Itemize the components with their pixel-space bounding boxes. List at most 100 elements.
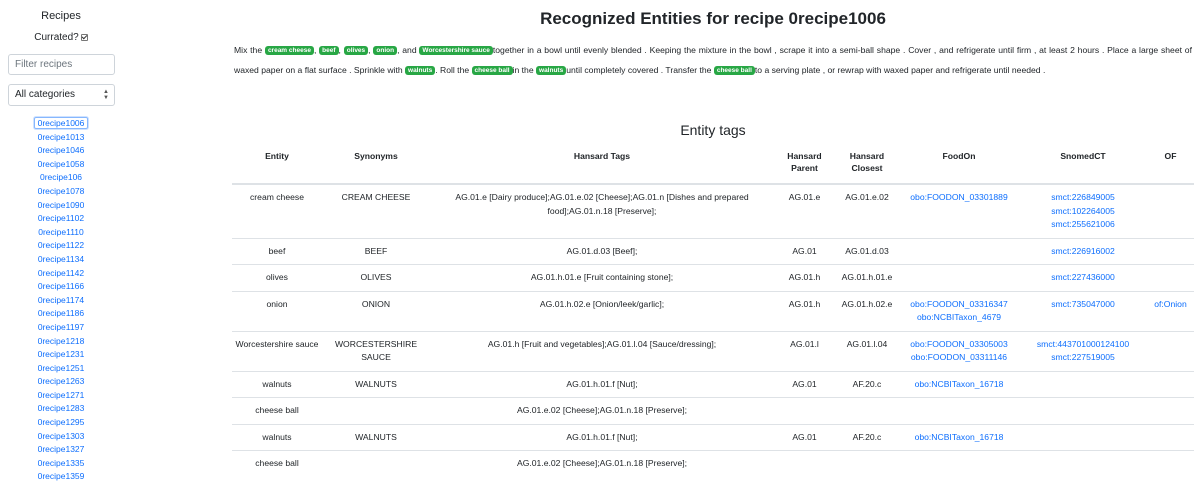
recipe-link[interactable]: 0recipe1102 [36,213,86,223]
recipe-link[interactable]: 0recipe1271 [36,390,87,400]
of-link[interactable]: of:Onion [1150,298,1191,312]
recipe-link[interactable]: 0recipe1110 [36,227,86,237]
hansard-tags-cell: AG.01.h.02.e [Onion/leek/garlic]; [430,290,774,331]
recipe-list-item[interactable]: 0recipe1122 [0,239,122,253]
recipe-list-item[interactable]: 0recipe1174 [0,294,122,308]
foodon-link[interactable]: obo:NCBITaxon_16718 [902,378,1016,392]
recipe-link[interactable]: 0recipe1359 [36,471,87,481]
currated-label: Currated? [34,32,79,43]
recipe-link[interactable]: 0recipe1283 [36,403,87,413]
recipe-link[interactable]: 0recipe1231 [36,349,87,359]
recipe-list-item[interactable]: 0recipe1006 [0,117,122,131]
currated-checkbox[interactable] [80,33,88,41]
foodon-link[interactable]: obo:NCBITaxon_4679 [902,311,1016,325]
of-cell: of:Onion [1147,290,1194,331]
recipe-list-item[interactable]: 0recipe1110 [0,226,122,240]
hansard-closest-cell: AG.01.l.04 [835,330,899,371]
recipe-id: 0recipe1006 [788,9,886,28]
category-select[interactable]: All categories ▲ ▼ [8,84,115,106]
snomed-link[interactable]: smct:255621006 [1022,218,1144,232]
recipe-link[interactable]: 0recipe1046 [36,145,87,155]
recipe-list-item[interactable]: 0recipe1102 [0,212,122,226]
recipe-link[interactable]: 0recipe1122 [36,240,86,250]
recipe-list-item[interactable]: 0recipe1359 [0,470,122,482]
hansard-tags-cell: AG.01.h [Fruit and vegetables];AG.01.l.0… [430,330,774,371]
snomed-link[interactable]: smct:735047000 [1022,298,1144,312]
currated-toggle[interactable]: Currated? [0,32,122,43]
recipe-list: 0recipe1006 0recipe1013 0recipe1046 0recipe… [0,117,122,482]
recipe-link[interactable]: 0recipe1078 [36,186,87,196]
recipe-link[interactable]: 0recipe1166 [36,281,86,291]
foodon-cell: obo:NCBITaxon_16718 [899,423,1019,451]
recipe-list-item[interactable]: 0recipe1283 [0,402,122,416]
recipe-list-item[interactable]: 0recipe1231 [0,348,122,362]
foodon-link[interactable]: obo:FOODON_03301889 [902,191,1016,205]
recipe-link[interactable]: 0recipe1263 [36,376,87,386]
entity-badge[interactable]: walnuts [536,65,567,75]
recipe-list-item[interactable]: 0recipe1303 [0,430,122,444]
foodon-link[interactable]: obo:NCBITaxon_16718 [902,431,1016,445]
recipe-list-item[interactable]: 0recipe1013 [0,131,122,145]
recipe-list-item[interactable]: 0recipe1142 [0,267,122,281]
snomed-link[interactable]: smct:226916002 [1022,245,1144,259]
hansard-parent-cell [774,397,835,424]
recipe-list-item[interactable]: 0recipe1166 [0,280,122,294]
entity-badge[interactable]: cheese ball [471,65,513,75]
snomed-cell [1019,450,1147,477]
recipe-list-item[interactable]: 0recipe1090 [0,199,122,213]
recipe-list-item[interactable]: 0recipe1263 [0,375,122,389]
recipe-link[interactable]: 0recipe1335 [36,458,87,468]
recipe-list-item[interactable]: 0recipe1327 [0,443,122,457]
recipe-link[interactable]: 0recipe1295 [36,417,87,427]
table-header-row: Entity Synonyms Hansard Tags Hansard Parent… [232,143,1194,185]
recipe-link[interactable]: 0recipe1251 [36,363,87,373]
recipe-link[interactable]: 0recipe1006 [33,117,89,129]
recipe-list-item[interactable]: 0recipe1197 [0,321,122,335]
entity-badge[interactable]: cream cheese [264,46,314,55]
entity-badge[interactable]: onion [373,46,398,55]
recipe-link[interactable]: 0recipe1134 [36,254,86,264]
entity-badge[interactable]: cheese ball [713,65,755,75]
recipe-list-item[interactable]: 0recipe1271 [0,389,122,403]
recipe-link[interactable]: 0recipe1142 [36,268,86,278]
recipe-link[interactable]: 0recipe106 [38,172,84,182]
recipe-list-item[interactable]: 0recipe1218 [0,335,122,349]
hansard-closest-cell: AG.01.e.02 [835,183,899,238]
recipe-list-item[interactable]: 0recipe106 [0,171,122,185]
recipe-link[interactable]: 0recipe1174 [36,295,86,305]
recipe-link[interactable]: 0recipe1197 [36,322,86,332]
entity-cell: Worcestershire sauce [232,330,322,371]
recipe-list-item[interactable]: 0recipe1058 [0,158,122,172]
snomed-link[interactable]: smct:227519005 [1022,351,1144,365]
entity-badge[interactable]: Worcestershire sauce [419,46,493,55]
recipe-list-item[interactable]: 0recipe1295 [0,416,122,430]
recipe-list-item[interactable]: 0recipe1186 [0,307,122,321]
entity-badge[interactable]: beef [319,46,339,55]
recipe-link[interactable]: 0recipe1186 [36,308,86,318]
recipe-link[interactable]: 0recipe1090 [36,200,87,210]
foodon-link[interactable]: obo:FOODON_03311146 [902,351,1016,365]
recipe-link[interactable]: 0recipe1327 [36,444,87,454]
snomed-link[interactable]: smct:443701000124100 [1022,338,1144,352]
recipe-list-item[interactable]: 0recipe1251 [0,362,122,376]
snomed-link[interactable]: smct:227436000 [1022,271,1144,285]
recipe-list-item[interactable]: 0recipe1078 [0,185,122,199]
recipe-link[interactable]: 0recipe1058 [36,159,87,169]
snomed-link[interactable]: smct:102264005 [1022,205,1144,219]
recipe-list-item[interactable]: 0recipe1335 [0,457,122,471]
entity-badge[interactable]: olives [343,46,369,55]
recipe-link[interactable]: 0recipe1303 [36,431,87,441]
recipe-link[interactable]: 0recipe1013 [36,132,87,142]
table-row: walnuts WALNUTS AG.01.h.01.f [Nut]; AG.01 AF… [232,423,1194,451]
foodon-link[interactable]: obo:FOODON_03305003 [902,338,1016,352]
recipe-list-item[interactable]: 0recipe1046 [0,144,122,158]
hansard-parent-cell: AG.01 [774,237,835,265]
filter-recipes-input[interactable] [8,54,115,75]
hansard-parent-cell: AG.01 [774,370,835,398]
snomed-link[interactable]: smct:226849005 [1022,191,1144,205]
entity-badge[interactable]: walnuts [405,65,436,75]
foodon-link[interactable]: obo:FOODON_03316347 [902,298,1016,312]
entity-tags-title: Entity tags [680,122,746,138]
recipe-link[interactable]: 0recipe1218 [36,336,87,346]
recipe-list-item[interactable]: 0recipe1134 [0,253,122,267]
